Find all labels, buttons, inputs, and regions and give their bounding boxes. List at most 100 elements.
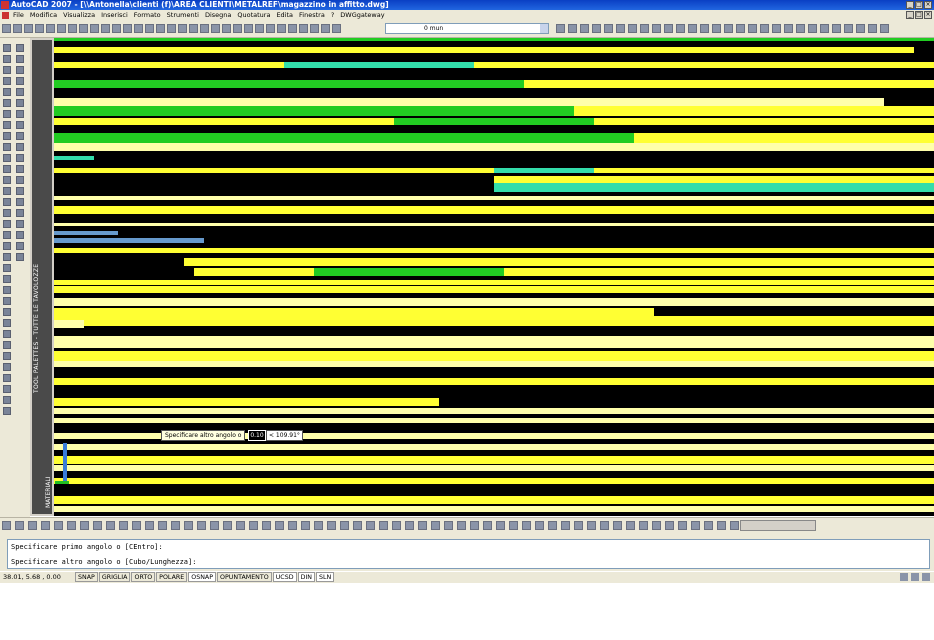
status-toggle-snap[interactable]: SNAP [75, 572, 98, 582]
autocad-app-icon[interactable] [1, 1, 9, 9]
dynamic-input-value[interactable]: 0.10 [248, 430, 266, 441]
toolbar-button-icon[interactable] [808, 24, 817, 33]
layer-dropdown[interactable]: 0 mun [385, 23, 549, 34]
toolbar-button-icon[interactable] [678, 521, 687, 530]
toolbar-button-icon[interactable] [509, 521, 518, 530]
toolbar-button-icon[interactable] [820, 24, 829, 33]
toolbar-button-icon[interactable] [145, 24, 154, 33]
maximize-button[interactable]: □ [915, 1, 923, 9]
toolbar-button-icon[interactable] [222, 24, 231, 33]
doc-restore-button[interactable]: □ [915, 11, 923, 19]
toolbar-button-icon[interactable] [691, 521, 700, 530]
toolbar-button-icon[interactable] [112, 24, 121, 33]
menu-quotatura[interactable]: Quotatura [237, 10, 270, 21]
menu-help[interactable]: ? [331, 10, 334, 21]
toolbar-button-icon[interactable] [132, 521, 141, 530]
toolbar-button-icon[interactable] [784, 24, 793, 33]
toolbar-button-icon[interactable] [236, 521, 245, 530]
toolbar-button-icon[interactable] [736, 24, 745, 33]
toolbar-button-icon[interactable] [310, 24, 319, 33]
toolbar-button-icon[interactable] [123, 24, 132, 33]
toolbar-button-icon[interactable] [277, 24, 286, 33]
toolbar-button-icon[interactable] [327, 521, 336, 530]
toolbar-button-icon[interactable] [832, 24, 841, 33]
status-toggle-osnap[interactable]: OSNAP [188, 572, 217, 582]
menu-formato[interactable]: Formato [134, 10, 161, 21]
toolbar-button-icon[interactable] [13, 24, 22, 33]
toolbar-button-icon[interactable] [640, 24, 649, 33]
draw-tool-icon[interactable] [3, 341, 11, 349]
toolbar-button-icon[interactable] [717, 521, 726, 530]
toolbar-button-icon[interactable] [255, 24, 264, 33]
draw-tool-icon[interactable] [3, 121, 11, 129]
draw-tool-icon[interactable] [3, 110, 11, 118]
modify-tool-icon[interactable] [16, 44, 24, 52]
toolbar-button-icon[interactable] [587, 521, 596, 530]
toolbar-button-icon[interactable] [145, 521, 154, 530]
draw-tool-icon[interactable] [3, 187, 11, 195]
toolbar-button-icon[interactable] [210, 521, 219, 530]
menu-finestra[interactable]: Finestra [299, 10, 325, 21]
toolbar-button-icon[interactable] [548, 521, 557, 530]
draw-tool-icon[interactable] [3, 209, 11, 217]
draw-tool-icon[interactable] [3, 352, 11, 360]
toolbar-button-icon[interactable] [844, 24, 853, 33]
minimize-button[interactable]: _ [906, 1, 914, 9]
status-toggle-polare[interactable]: POLARE [156, 572, 188, 582]
draw-tool-icon[interactable] [3, 297, 11, 305]
draw-tool-icon[interactable] [3, 275, 11, 283]
modify-tool-icon[interactable] [16, 143, 24, 151]
status-toggle-orto[interactable]: ORTO [131, 572, 156, 582]
toolbar-button-icon[interactable] [314, 521, 323, 530]
toolbar-button-icon[interactable] [772, 24, 781, 33]
toolbar-button-icon[interactable] [249, 521, 258, 530]
draw-tool-icon[interactable] [3, 143, 11, 151]
toolbar-button-icon[interactable] [568, 24, 577, 33]
toolbar-button-icon[interactable] [93, 521, 102, 530]
draw-tool-icon[interactable] [3, 396, 11, 404]
toolbar-button-icon[interactable] [535, 521, 544, 530]
menu-visualizza[interactable]: Visualizza [63, 10, 95, 21]
menu-dwggateway[interactable]: DWGgateway [340, 10, 384, 21]
toolbar-button-icon[interactable] [340, 521, 349, 530]
modify-tool-icon[interactable] [16, 231, 24, 239]
toolbar-button-icon[interactable] [418, 521, 427, 530]
menu-inserisci[interactable]: Inserisci [101, 10, 128, 21]
toolbar-button-icon[interactable] [171, 521, 180, 530]
toolbar-button-icon[interactable] [332, 24, 341, 33]
draw-tool-icon[interactable] [3, 154, 11, 162]
toolbar-button-icon[interactable] [652, 24, 661, 33]
dynamic-input-angle[interactable]: < 109.91° [266, 430, 303, 441]
toolbar-button-icon[interactable] [41, 521, 50, 530]
draw-tool-icon[interactable] [3, 374, 11, 382]
document-icon[interactable] [2, 12, 9, 19]
toolbar-button-icon[interactable] [275, 521, 284, 530]
toolbar-button-icon[interactable] [796, 24, 805, 33]
toolbar-button-icon[interactable] [688, 24, 697, 33]
toolbar-button-icon[interactable] [704, 521, 713, 530]
toolbar-button-icon[interactable] [106, 521, 115, 530]
toolbar-button-icon[interactable] [288, 521, 297, 530]
toolbar-button-icon[interactable] [628, 24, 637, 33]
modify-tool-icon[interactable] [16, 99, 24, 107]
toolbar-button-icon[interactable] [652, 521, 661, 530]
toolbar-button-icon[interactable] [470, 521, 479, 530]
toolbar-button-icon[interactable] [266, 24, 275, 33]
modify-tool-icon[interactable] [16, 220, 24, 228]
toolbar-button-icon[interactable] [2, 24, 11, 33]
toolbar-button-icon[interactable] [700, 24, 709, 33]
toolbar-button-icon[interactable] [301, 521, 310, 530]
draw-tool-icon[interactable] [3, 385, 11, 393]
status-toggle-griglia[interactable]: GRIGLIA [98, 572, 131, 582]
toolbar-button-icon[interactable] [730, 521, 739, 530]
drawing-area[interactable] [54, 38, 934, 516]
draw-tool-icon[interactable] [3, 220, 11, 228]
toolbar-button-icon[interactable] [178, 24, 187, 33]
toolbar-button-icon[interactable] [101, 24, 110, 33]
bottom-toolbar-dropdown[interactable] [740, 520, 816, 531]
modify-tool-icon[interactable] [16, 121, 24, 129]
modify-tool-icon[interactable] [16, 165, 24, 173]
toolbar-button-icon[interactable] [67, 521, 76, 530]
doc-minimize-button[interactable]: _ [906, 11, 914, 19]
toolbar-button-icon[interactable] [2, 521, 11, 530]
